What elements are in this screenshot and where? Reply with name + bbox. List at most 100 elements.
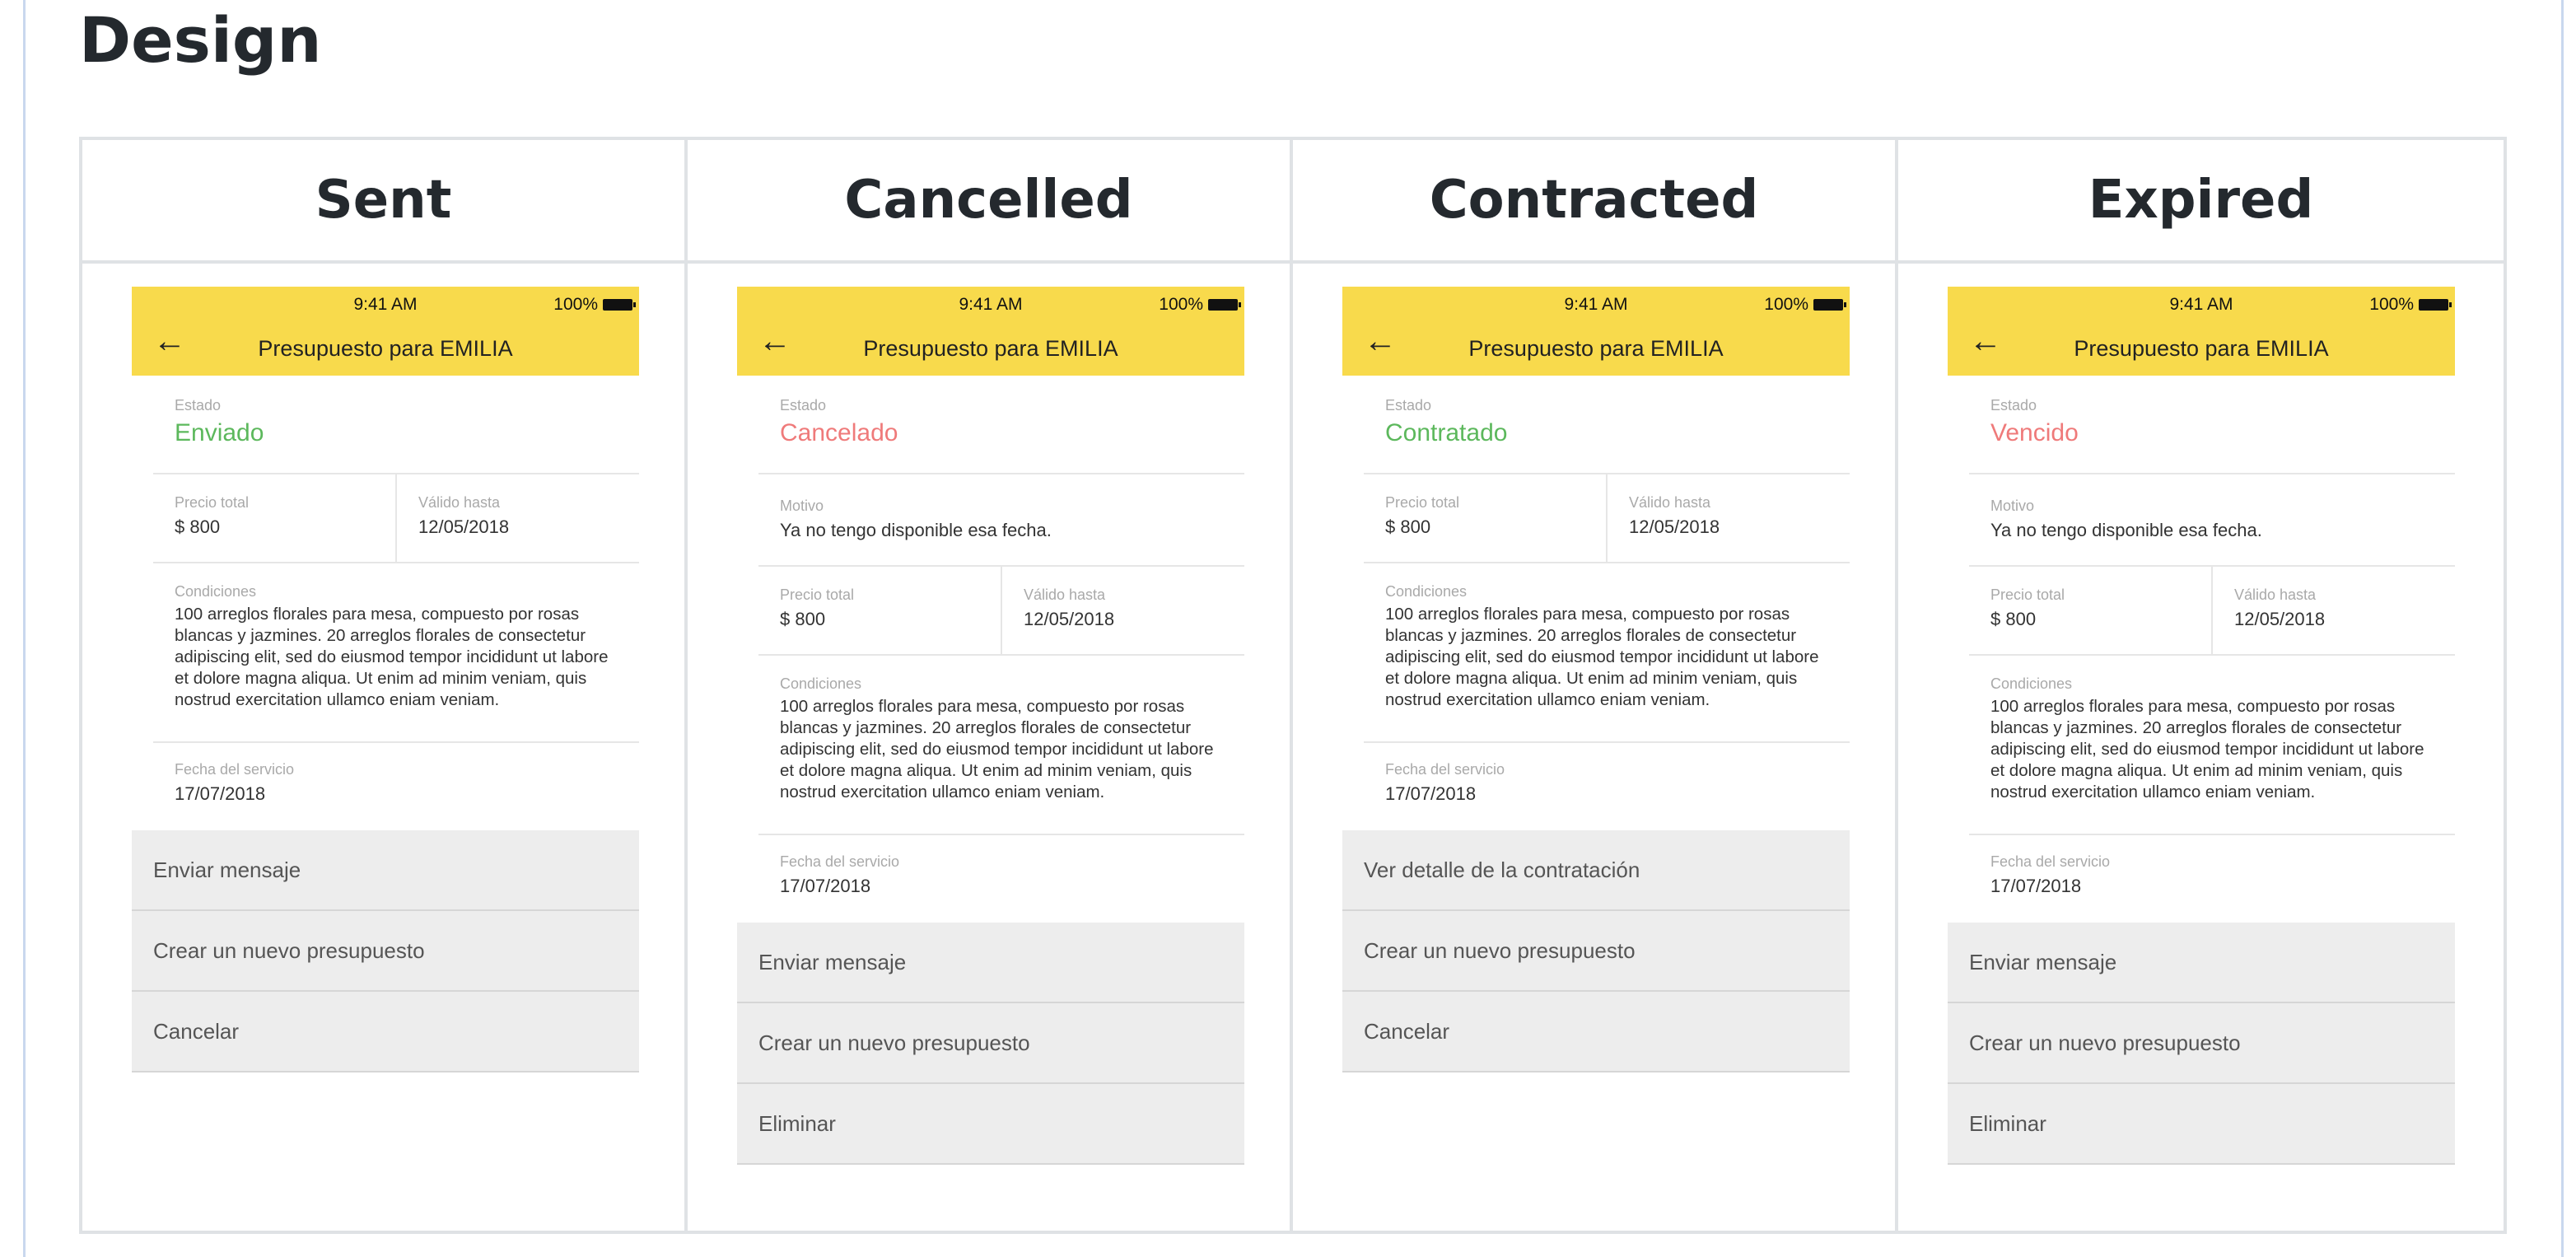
price-validity-section: Precio total $ 800 Válido hasta 12/05/20… bbox=[758, 567, 1244, 656]
fecha-value: 17/07/2018 bbox=[1990, 876, 2082, 896]
phone-screen: 9:41 AM 100% ← Presupuesto para EMILIA E… bbox=[737, 287, 1244, 1165]
condiciones-section: Condiciones 100 arreglos florales para m… bbox=[153, 563, 639, 743]
condiciones-label: Condiciones bbox=[780, 675, 862, 692]
battery-percent: 100% bbox=[1764, 295, 1808, 314]
condiciones-label: Condiciones bbox=[175, 583, 257, 600]
nav-title: Presupuesto para EMILIA bbox=[1468, 336, 1724, 361]
battery-icon bbox=[603, 299, 636, 311]
battery-icon bbox=[1813, 299, 1846, 311]
precio-label: Precio total bbox=[780, 586, 855, 603]
condiciones-text: 100 arreglos florales para mesa, compues… bbox=[1990, 697, 2424, 801]
estado-label: Estado bbox=[780, 397, 827, 414]
valido-label: Válido hasta bbox=[1629, 494, 1711, 511]
valido-cell: Válido hasta 12/05/2018 bbox=[2211, 567, 2455, 654]
column-contracted: 9:41 AM 100% ← Presupuesto para EMILIA E… bbox=[1293, 264, 1898, 1231]
fecha-label: Fecha del servicio bbox=[780, 853, 900, 870]
valido-cell: Válido hasta 12/05/2018 bbox=[395, 474, 639, 562]
crear-presupuesto-button[interactable]: Crear un nuevo presupuesto bbox=[1948, 1003, 2455, 1084]
app-header: 9:41 AM 100% ← Presupuesto para EMILIA bbox=[132, 287, 639, 376]
ver-detalle-button[interactable]: Ver detalle de la contratación bbox=[1342, 830, 1850, 911]
estado-value: Contratado bbox=[1385, 419, 1508, 446]
nav-title: Presupuesto para EMILIA bbox=[863, 336, 1118, 361]
fecha-label: Fecha del servicio bbox=[1990, 853, 2111, 870]
price-validity-section: Precio total $ 800 Válido hasta 12/05/20… bbox=[153, 474, 639, 563]
condiciones-text: 100 arreglos florales para mesa, compues… bbox=[780, 697, 1214, 801]
precio-label: Precio total bbox=[175, 494, 250, 511]
fecha-value: 17/07/2018 bbox=[780, 876, 871, 896]
cancelar-button[interactable]: Cancelar bbox=[1342, 992, 1850, 1072]
phone-screen: 9:41 AM 100% ← Presupuesto para EMILIA E… bbox=[1948, 287, 2455, 1165]
valido-cell: Válido hasta 12/05/2018 bbox=[1001, 567, 1244, 654]
crear-presupuesto-button[interactable]: Crear un nuevo presupuesto bbox=[132, 911, 639, 992]
price-validity-section: Precio total $ 800 Válido hasta 12/05/20… bbox=[1969, 567, 2455, 656]
fecha-section: Fecha del servicio 17/07/2018 bbox=[1364, 743, 1850, 830]
motivo-section: Motivo Ya no tengo disponible esa fecha. bbox=[1969, 474, 2455, 567]
nav-title: Presupuesto para EMILIA bbox=[258, 336, 513, 361]
motivo-label: Motivo bbox=[780, 498, 824, 514]
page-title: Design bbox=[79, 3, 322, 77]
column-cancelled: 9:41 AM 100% ← Presupuesto para EMILIA E… bbox=[688, 264, 1293, 1231]
estado-label: Estado bbox=[1385, 397, 1432, 414]
battery-icon bbox=[2419, 299, 2452, 311]
crear-presupuesto-button[interactable]: Crear un nuevo presupuesto bbox=[737, 1003, 1244, 1084]
valido-cell: Válido hasta 12/05/2018 bbox=[1606, 474, 1850, 562]
condiciones-text: 100 arreglos florales para mesa, compues… bbox=[1385, 605, 1819, 709]
estado-value: Vencido bbox=[1990, 419, 2079, 446]
valido-label: Válido hasta bbox=[2234, 586, 2317, 603]
valido-value: 12/05/2018 bbox=[2234, 609, 2326, 629]
estado-value: Cancelado bbox=[780, 419, 898, 446]
enviar-mensaje-button[interactable]: Enviar mensaje bbox=[1948, 923, 2455, 1003]
condiciones-label: Condiciones bbox=[1990, 675, 2073, 692]
motivo-label: Motivo bbox=[1990, 498, 2035, 514]
fecha-section: Fecha del servicio 17/07/2018 bbox=[153, 743, 639, 830]
condiciones-label: Condiciones bbox=[1385, 583, 1468, 600]
fecha-label: Fecha del servicio bbox=[175, 761, 295, 778]
crear-presupuesto-button[interactable]: Crear un nuevo presupuesto bbox=[1342, 911, 1850, 992]
eliminar-button[interactable]: Eliminar bbox=[737, 1084, 1244, 1165]
app-header: 9:41 AM 100% ← Presupuesto para EMILIA bbox=[1948, 287, 2455, 376]
fecha-section: Fecha del servicio 17/07/2018 bbox=[1969, 835, 2455, 923]
motivo-value: Ya no tengo disponible esa fecha. bbox=[1990, 520, 2262, 540]
column-expired: 9:41 AM 100% ← Presupuesto para EMILIA E… bbox=[1898, 264, 2504, 1231]
precio-cell: Precio total $ 800 bbox=[1990, 567, 2211, 654]
fecha-value: 17/07/2018 bbox=[175, 783, 266, 804]
precio-value: $ 800 bbox=[780, 609, 826, 629]
precio-label: Precio total bbox=[1990, 586, 2065, 603]
states-table: Sent Cancelled Contracted Expired 9:41 A… bbox=[79, 137, 2507, 1234]
motivo-value: Ya no tengo disponible esa fecha. bbox=[780, 520, 1052, 540]
valido-value: 12/05/2018 bbox=[1629, 516, 1720, 537]
phone-screen: 9:41 AM 100% ← Presupuesto para EMILIA E… bbox=[132, 287, 639, 1072]
app-header: 9:41 AM 100% ← Presupuesto para EMILIA bbox=[1342, 287, 1850, 376]
condiciones-section: Condiciones 100 arreglos florales para m… bbox=[758, 656, 1244, 835]
precio-value: $ 800 bbox=[1990, 609, 2037, 629]
battery-percent: 100% bbox=[1159, 295, 1203, 314]
estado-value: Enviado bbox=[175, 419, 264, 446]
nav-title: Presupuesto para EMILIA bbox=[2074, 336, 2329, 361]
condiciones-section: Condiciones 100 arreglos florales para m… bbox=[1364, 563, 1850, 743]
column-heading-contracted: Contracted bbox=[1293, 140, 1898, 264]
valido-value: 12/05/2018 bbox=[418, 516, 510, 537]
enviar-mensaje-button[interactable]: Enviar mensaje bbox=[132, 830, 639, 911]
fecha-section: Fecha del servicio 17/07/2018 bbox=[758, 835, 1244, 923]
frame-border-right bbox=[2561, 0, 2564, 1257]
motivo-section: Motivo Ya no tengo disponible esa fecha. bbox=[758, 474, 1244, 567]
estado-section: Estado Enviado bbox=[153, 376, 639, 474]
valido-value: 12/05/2018 bbox=[1024, 609, 1115, 629]
condiciones-section: Condiciones 100 arreglos florales para m… bbox=[1969, 656, 2455, 835]
status-battery: 100% bbox=[1159, 295, 1241, 315]
enviar-mensaje-button[interactable]: Enviar mensaje bbox=[737, 923, 1244, 1003]
eliminar-button[interactable]: Eliminar bbox=[1948, 1084, 2455, 1165]
cancelar-button[interactable]: Cancelar bbox=[132, 992, 639, 1072]
column-sent: 9:41 AM 100% ← Presupuesto para EMILIA E… bbox=[82, 264, 688, 1231]
precio-cell: Precio total $ 800 bbox=[780, 567, 1001, 654]
price-validity-section: Precio total $ 800 Válido hasta 12/05/20… bbox=[1364, 474, 1850, 563]
column-heading-sent: Sent bbox=[82, 140, 688, 264]
status-battery: 100% bbox=[2369, 295, 2452, 315]
app-header: 9:41 AM 100% ← Presupuesto para EMILIA bbox=[737, 287, 1244, 376]
battery-percent: 100% bbox=[2369, 295, 2414, 314]
precio-cell: Precio total $ 800 bbox=[1385, 474, 1606, 562]
precio-value: $ 800 bbox=[175, 516, 221, 537]
battery-percent: 100% bbox=[553, 295, 598, 314]
precio-cell: Precio total $ 800 bbox=[175, 474, 395, 562]
precio-value: $ 800 bbox=[1385, 516, 1431, 537]
